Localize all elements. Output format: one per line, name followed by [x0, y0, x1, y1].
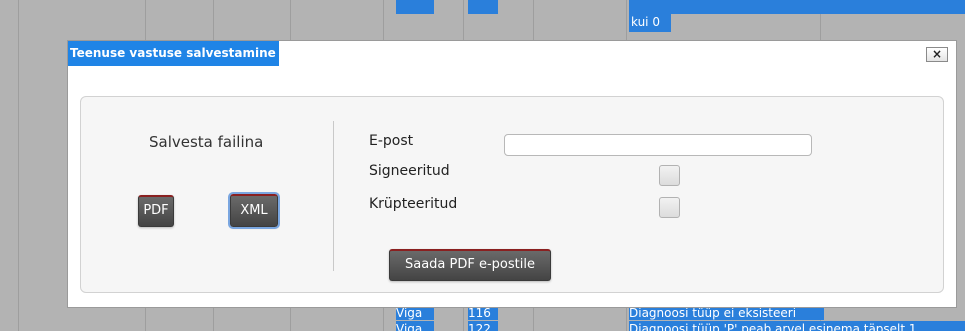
- email-label: E-post: [369, 133, 414, 149]
- table-cell-message: Diagnoosi tüüp ei eksisteeri: [629, 308, 824, 320]
- table-cell-highlight: [468, 0, 498, 14]
- dialog-content-panel: Salvesta failina PDF XML E-post Signeeri…: [80, 96, 944, 293]
- close-icon[interactable]: ×: [926, 47, 948, 62]
- column-divider: [18, 0, 19, 331]
- signed-label: Signeeritud: [369, 163, 450, 179]
- save-as-file-heading: Salvesta failina: [149, 133, 264, 151]
- signed-checkbox[interactable]: [659, 165, 680, 186]
- table-cell-code: 122: [468, 321, 498, 331]
- send-pdf-email-button[interactable]: Saada PDF e-postile: [389, 249, 551, 281]
- table-cell-status: Viga: [396, 321, 434, 331]
- table-cell-status: Viga: [396, 308, 434, 320]
- save-response-dialog: Teenuse vastuse salvestamine × Salvesta …: [67, 40, 957, 308]
- table-cell-highlight: [396, 0, 434, 14]
- email-field[interactable]: [504, 134, 812, 156]
- xml-button[interactable]: XML: [228, 192, 280, 229]
- table-cell-highlight: [629, 0, 965, 14]
- section-divider: [333, 121, 334, 271]
- encrypted-checkbox[interactable]: [659, 197, 680, 218]
- dialog-title: Teenuse vastuse salvestamine: [68, 41, 279, 66]
- encrypted-label: Krüpteeritud: [369, 196, 458, 212]
- table-cell-code: 116: [468, 308, 498, 320]
- pdf-button[interactable]: PDF: [138, 195, 174, 227]
- table-cell-message: Diagnoosi tüüp 'P' peab arvel esinema tä…: [629, 321, 965, 331]
- table-cell-text: kui 0: [629, 14, 671, 32]
